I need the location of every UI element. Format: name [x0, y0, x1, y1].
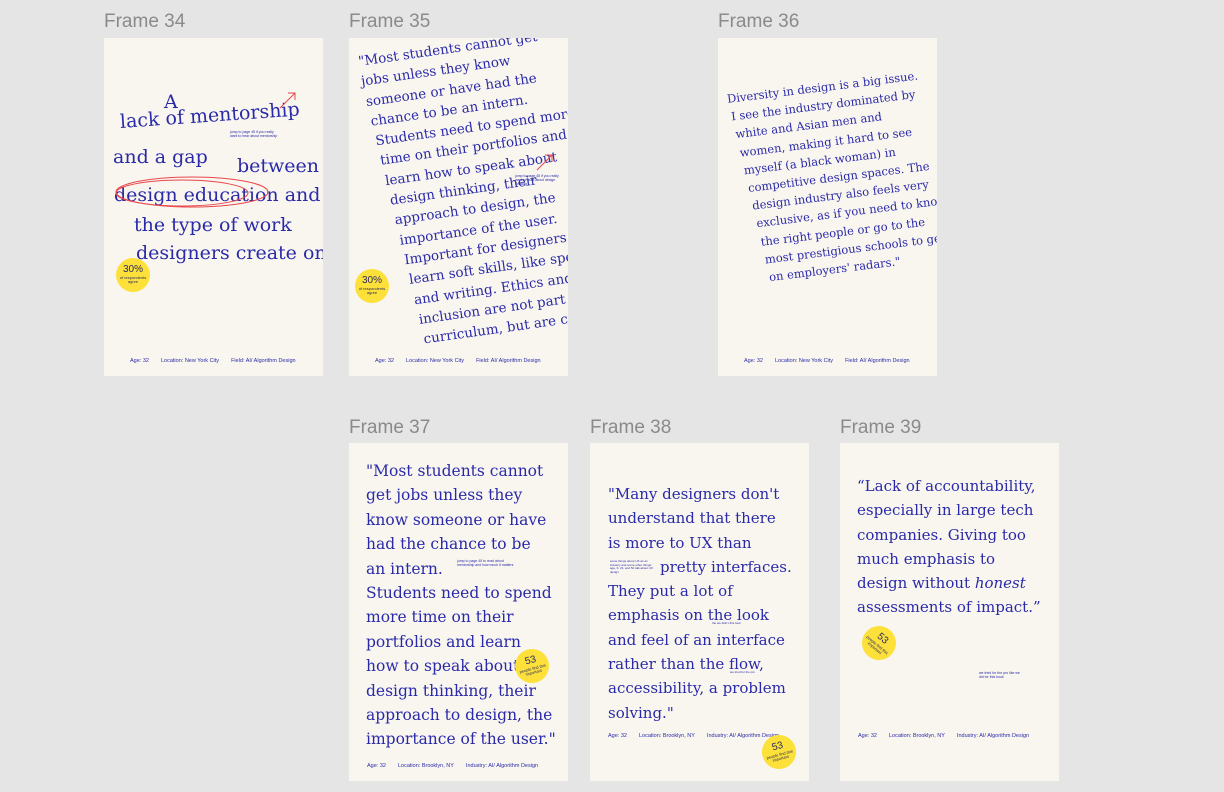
footer: Age: 32 Location: Brooklyn, NY Industry: A…: [367, 763, 538, 769]
quote-line: more time on their: [366, 608, 514, 627]
side-note: jump to page 45 if you really want to re…: [515, 174, 559, 187]
badge-value: 30%: [122, 264, 143, 275]
quote-line: importance of the user.": [366, 730, 556, 749]
red-circle-annotation: [115, 176, 269, 208]
footer-field: Field: AI/ Algorithm Design: [845, 358, 910, 364]
quote-line: understand that there: [608, 509, 776, 528]
frame-38[interactable]: "Many designers don't understand that th…: [590, 443, 809, 781]
footer-age: Age: 32: [130, 358, 149, 364]
footer: Age: 32 Location: Brooklyn, NY Industry: A…: [608, 733, 779, 739]
badge-caption: of respondents agree: [119, 275, 147, 284]
quote: “Lack of accountability, especially in l…: [857, 474, 1041, 620]
footer-field: Field: AI/ Algorithm Design: [476, 358, 541, 364]
footer-location: Location: Brooklyn, NY: [888, 733, 945, 739]
footer-location: Location: Brooklyn, NY: [397, 763, 454, 769]
frame-37[interactable]: "Most students cannot get jobs unless th…: [349, 443, 568, 781]
red-arrow-icon: [536, 154, 553, 171]
frame-label[interactable]: Frame 39: [840, 417, 921, 439]
footer: Age: 32 Location: New York City Field: AI/…: [744, 358, 910, 364]
quote: "Most students cannot get jobs unless th…: [357, 38, 568, 353]
footer-industry: Industry: AI/ Algorithm Design: [465, 763, 539, 769]
frame-label[interactable]: Frame 38: [590, 417, 671, 439]
quote-line: companies. Giving too: [857, 525, 1026, 544]
frame-label[interactable]: Frame 34: [104, 11, 185, 33]
stat-badge: 30% of respondents agree: [355, 269, 389, 303]
frame-39[interactable]: “Lack of accountability, especially in l…: [840, 443, 1059, 781]
quote-line: assessments of impact.”: [857, 598, 1041, 617]
footer-field: Field: AI/ Algorithm Design: [231, 358, 296, 364]
text-line: the type of work: [134, 214, 292, 236]
quote-line: get jobs unless they: [366, 486, 523, 505]
footer-age: Age: 32: [608, 733, 627, 739]
quote-line: "Many designers don't: [608, 485, 780, 503]
badge-caption: of respondents agree: [358, 286, 386, 295]
side-note: the we didn't this look: [712, 621, 741, 625]
red-arrow-icon: [279, 92, 296, 109]
footer: Age: 32 Location: New York City Field: AI/…: [130, 358, 296, 364]
quote-line: design without: [857, 574, 975, 593]
side-note: jump to page 45 if you really want to he…: [230, 130, 278, 139]
quote-line: approach to design, the: [366, 706, 553, 725]
footer-age: Age: 32: [744, 358, 763, 364]
quote-line: "Most students cannot: [366, 462, 544, 480]
quote: "Many designers don't understand that th…: [608, 482, 792, 725]
stat-badge: 53 people find this important: [855, 619, 903, 667]
quote-line: They put a lot of: [608, 582, 733, 601]
quote: Diversity in design is a big issue. I se…: [726, 65, 937, 289]
footer-location: Location: Brooklyn, NY: [638, 733, 695, 739]
frame-35[interactable]: "Most students cannot get jobs unless th…: [349, 38, 568, 376]
footer-industry: Industry: AI/ Algorithm Design: [956, 733, 1030, 739]
quote-line: is more to UX than: [608, 533, 752, 552]
stat-badge: 30% of respondents agree: [116, 258, 150, 292]
text-line: and a gap: [113, 146, 208, 168]
quote-line: know someone or have: [366, 510, 547, 529]
frame-label[interactable]: Frame 35: [349, 11, 430, 33]
footer: Age: 32 Location: Brooklyn, NY Industry: A…: [858, 733, 1029, 739]
frame-label[interactable]: Frame 36: [718, 11, 799, 33]
frame-34[interactable]: A lack of mentorship and a gap between d…: [104, 38, 323, 376]
footer-age: Age: 32: [375, 358, 394, 364]
quote-line: Students need to spend: [366, 584, 552, 603]
quote-line: had the chance to be: [366, 535, 531, 554]
quote: "Most students cannot get jobs unless th…: [366, 459, 556, 752]
quote-line: especially in large tech: [857, 501, 1034, 520]
footer: Age: 32 Location: New York City Field: AI/…: [375, 358, 541, 364]
footer-location: Location: New York City: [405, 358, 465, 364]
quote-line: solving.": [608, 703, 674, 722]
footer-age: Age: 32: [367, 763, 386, 769]
footer-location: Location: New York City: [160, 358, 220, 364]
side-note: we tried for the pro like we did for thi…: [979, 671, 1020, 680]
text-line: designers create on: [136, 242, 323, 264]
frame-36[interactable]: Diversity in design is a big issue. I se…: [718, 38, 937, 376]
side-note: jump to page 45 to read about mentorship…: [457, 559, 514, 568]
quote-line: and feel of an interface: [608, 630, 785, 649]
quote-line: much emphasis to: [857, 549, 996, 568]
frame-label[interactable]: Frame 37: [349, 417, 430, 439]
text-line: lack of mentorship: [119, 98, 301, 133]
quote-line: “Lack of accountability,: [857, 477, 1036, 495]
quote-emphasis: honest: [974, 574, 1026, 593]
side-note: we tried for the pro: [730, 670, 756, 674]
side-note: some things about UX as an industry and …: [610, 559, 654, 574]
badge-value: 30%: [361, 275, 382, 286]
quote-line: accessibility, a problem: [608, 679, 786, 698]
footer-age: Age: 32: [858, 733, 877, 739]
footer-location: Location: New York City: [774, 358, 834, 364]
